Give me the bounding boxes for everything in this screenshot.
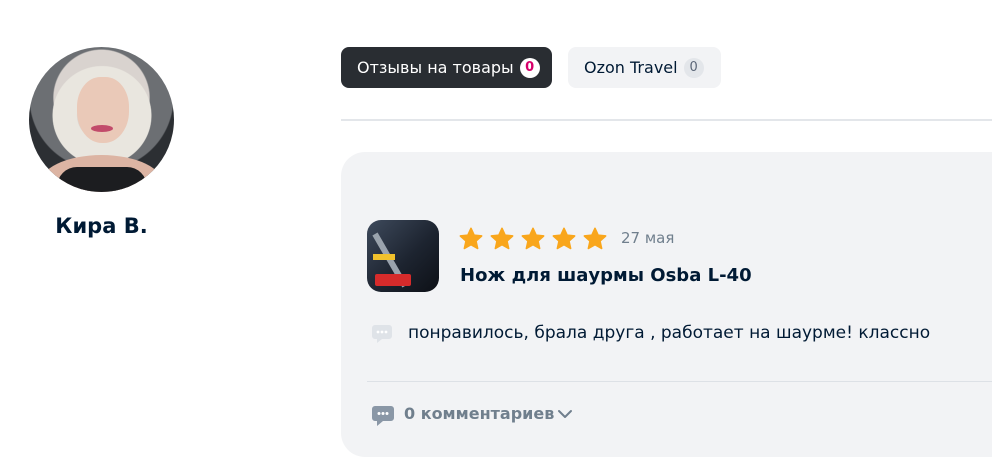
- tab-count-badge: 0: [519, 57, 540, 78]
- product-thumbnail[interactable]: [367, 220, 439, 292]
- tab-label: Отзывы на товары: [357, 58, 514, 77]
- product-title-link[interactable]: Нож для шаурмы Osba L-40: [460, 265, 752, 286]
- star-icon: [583, 227, 607, 250]
- tab-count-badge: 0: [683, 57, 704, 78]
- tab-product-reviews[interactable]: Отзывы на товары 0: [341, 47, 552, 88]
- tab-ozon-travel[interactable]: Ozon Travel 0: [568, 47, 721, 88]
- comment-bubble-icon[interactable]: [371, 405, 395, 427]
- tab-label: Ozon Travel: [584, 58, 678, 77]
- user-name: Кира В.: [55, 214, 148, 238]
- tabs-divider: [341, 119, 992, 121]
- star-icon: [521, 227, 545, 250]
- star-icon: [459, 227, 483, 250]
- comment-bubble-icon: [372, 325, 392, 343]
- star-icon: [490, 227, 514, 250]
- user-avatar: [29, 47, 174, 192]
- review-date: 27 мая: [621, 229, 675, 247]
- comments-toggle-button[interactable]: 0 комментариев: [404, 404, 554, 423]
- card-divider: [367, 381, 992, 382]
- star-icon: [552, 227, 576, 250]
- rating-stars: [458, 226, 608, 252]
- review-text: понравилось, брала друга , работает на ш…: [408, 323, 931, 343]
- chevron-down-icon[interactable]: [557, 408, 573, 420]
